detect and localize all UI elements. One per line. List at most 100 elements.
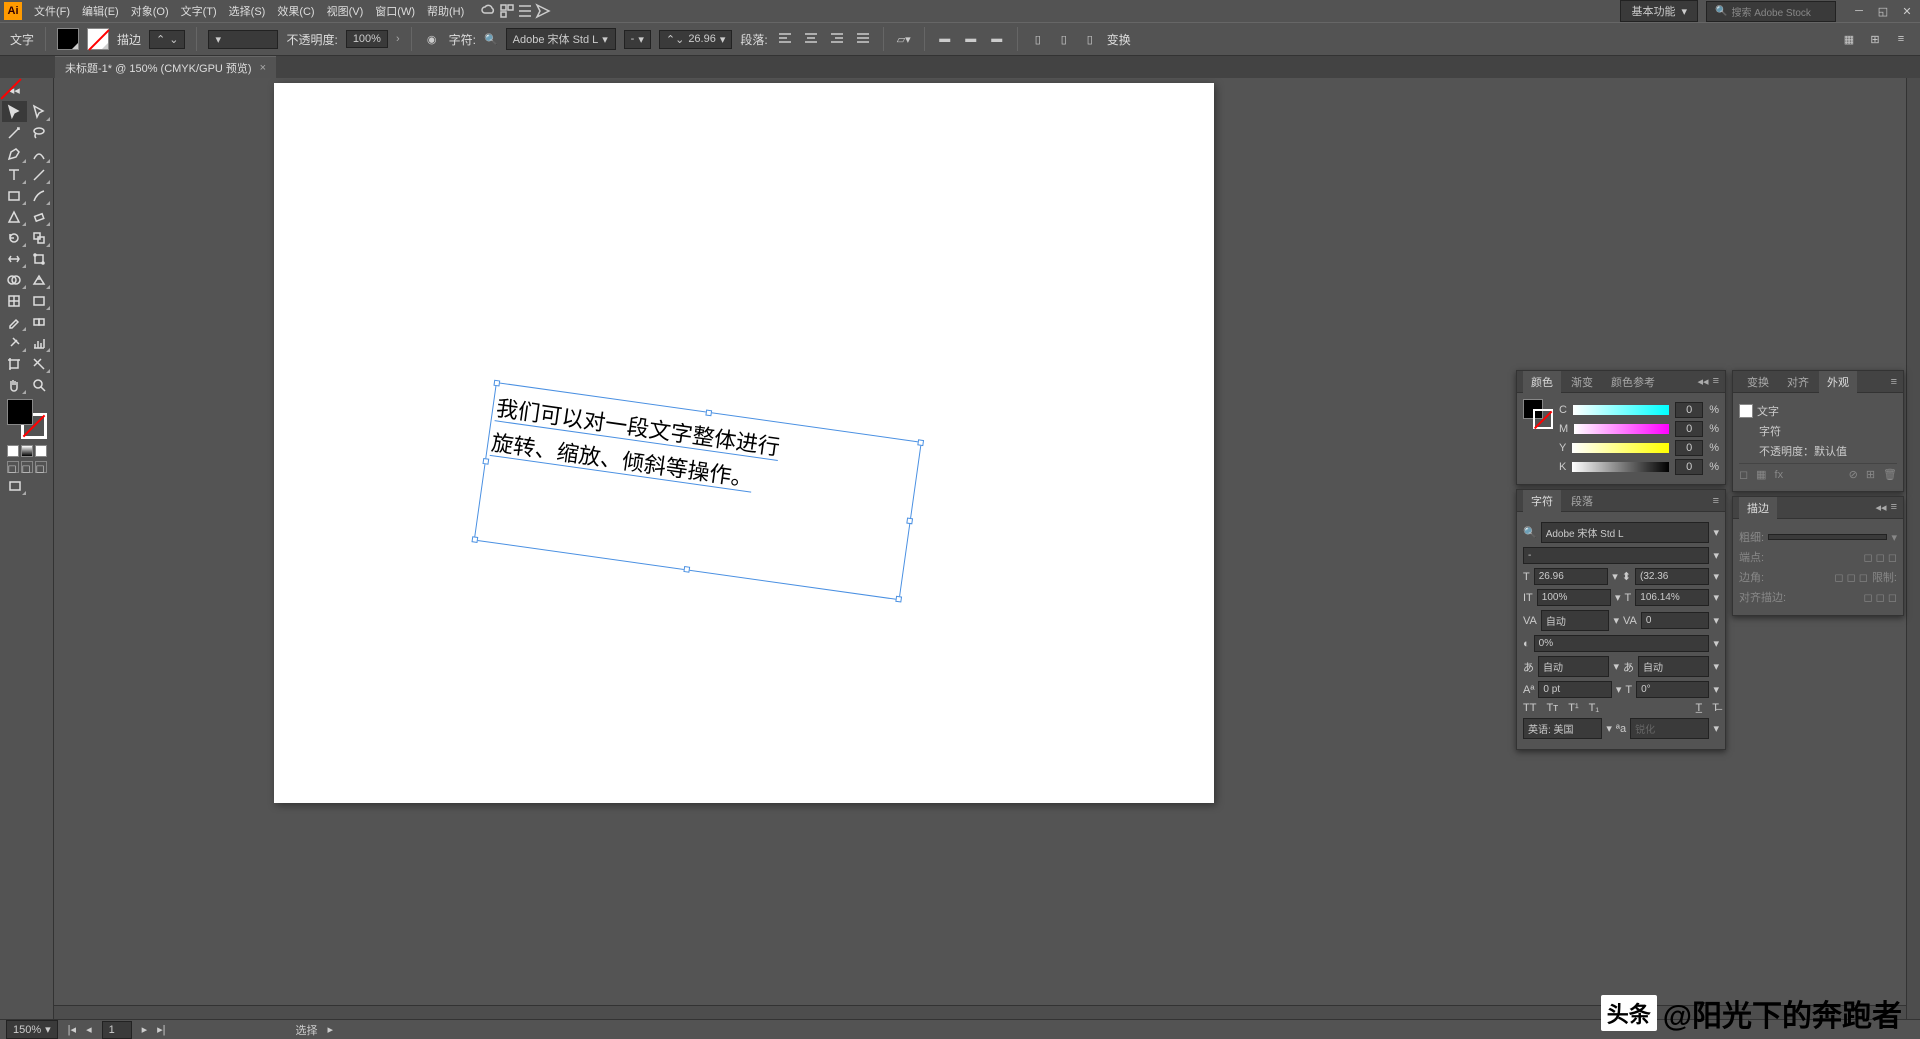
font-style-input[interactable]: - <box>1523 547 1709 564</box>
stroke-weight-input[interactable] <box>1768 534 1887 540</box>
panel-collapse-icon[interactable]: ◂◂ <box>1698 375 1709 388</box>
align-obj2-icon[interactable]: ▬ <box>962 30 980 48</box>
mesh-tool[interactable] <box>2 290 27 311</box>
panel-menu-icon[interactable]: ≡ <box>1713 375 1719 388</box>
shape-builder-tool[interactable] <box>2 269 27 290</box>
black-slider[interactable] <box>1572 462 1669 472</box>
snap-icon[interactable]: ⊞ <box>1866 30 1884 48</box>
menu-help[interactable]: 帮助(H) <box>421 0 470 22</box>
tab-close-icon[interactable]: × <box>260 62 266 74</box>
align-center-icon[interactable] <box>802 30 820 48</box>
shaper-tool[interactable] <box>2 206 27 227</box>
color-tab[interactable]: 颜色 <box>1523 371 1561 393</box>
perspective-tool[interactable] <box>27 269 52 290</box>
menu-view[interactable]: 视图(V) <box>321 0 370 22</box>
menu-object[interactable]: 对象(O) <box>125 0 175 22</box>
nav-next-icon[interactable]: ▸ <box>142 1023 148 1036</box>
paragraph-tab[interactable]: 段落 <box>1563 490 1601 512</box>
align-tab[interactable]: 对齐 <box>1779 371 1817 393</box>
close-button[interactable]: ✕ <box>1898 4 1916 18</box>
stroke-swatch[interactable] <box>87 28 109 50</box>
lasso-tool[interactable] <box>27 122 52 143</box>
width-tool[interactable] <box>2 248 27 269</box>
hand-tool[interactable] <box>2 374 27 395</box>
aki2-input[interactable]: 自动 <box>1638 656 1709 677</box>
superscript-icon[interactable]: T¹ <box>1568 702 1578 714</box>
yellow-value[interactable]: 0 <box>1675 440 1703 456</box>
recolor-icon[interactable]: ◉ <box>423 30 441 48</box>
scale-tool[interactable] <box>27 227 52 248</box>
nav-first-icon[interactable]: |◂ <box>68 1023 76 1036</box>
arrange-icon[interactable] <box>498 2 516 20</box>
tools-icon[interactable] <box>516 2 534 20</box>
zoom-select[interactable]: 150%▾ <box>6 1020 58 1039</box>
status-expand-icon[interactable]: ▸ <box>328 1023 334 1036</box>
minimize-button[interactable]: ─ <box>1850 4 1868 18</box>
align-right-icon[interactable] <box>828 30 846 48</box>
leading-input[interactable]: (32.36 <box>1635 568 1710 585</box>
smallcaps-icon[interactable]: Tᴛ <box>1546 702 1558 714</box>
add-fill-icon[interactable]: ▦ <box>1756 468 1766 481</box>
gradient-tab[interactable]: 渐变 <box>1563 371 1601 393</box>
cyan-slider[interactable] <box>1573 405 1669 415</box>
menu-effect[interactable]: 效果(C) <box>271 0 320 22</box>
strikethrough-icon[interactable]: T̶ <box>1712 702 1719 714</box>
align-obj1-icon[interactable]: ▬ <box>936 30 954 48</box>
color-mode[interactable] <box>7 445 19 457</box>
warp-icon[interactable]: ▱▾ <box>895 30 913 48</box>
panel-collapse-icon[interactable]: ◂◂ <box>1876 501 1887 514</box>
document-tab[interactable]: 未标题-1* @ 150% (CMYK/GPU 预览) × <box>55 56 276 79</box>
allcaps-icon[interactable]: TT <box>1523 702 1536 714</box>
character-tab[interactable]: 字符 <box>1523 490 1561 512</box>
draw-normal[interactable]: ◻ <box>7 461 19 473</box>
menu-select[interactable]: 选择(S) <box>223 0 272 22</box>
maximize-button[interactable]: ◱ <box>1874 4 1892 18</box>
vertical-scrollbar[interactable] <box>1906 78 1920 1019</box>
add-stroke-icon[interactable]: ◻ <box>1739 468 1748 481</box>
dist2-icon[interactable]: ▯ <box>1055 30 1073 48</box>
panel-menu-icon[interactable]: ≡ <box>1891 376 1897 388</box>
direct-selection-tool[interactable] <box>27 101 52 122</box>
menu-edit[interactable]: 编辑(E) <box>76 0 125 22</box>
dist1-icon[interactable]: ▯ <box>1029 30 1047 48</box>
vscale-input[interactable]: 100% <box>1537 589 1611 606</box>
magic-wand-tool[interactable] <box>2 122 27 143</box>
menu-type[interactable]: 文字(T) <box>175 0 223 22</box>
feedback-icon[interactable] <box>534 2 552 20</box>
graph-tool[interactable] <box>27 332 52 353</box>
baseline-input[interactable]: 0 pt <box>1538 681 1611 698</box>
underline-icon[interactable]: T̲ <box>1696 702 1703 714</box>
fill-stroke-control[interactable] <box>7 399 47 439</box>
eyedropper-tool[interactable] <box>2 311 27 332</box>
size-input[interactable]: 26.96 <box>1534 568 1609 585</box>
artboard-tool[interactable] <box>2 353 27 374</box>
screen-mode[interactable] <box>2 475 27 496</box>
align-obj3-icon[interactable]: ▬ <box>988 30 1006 48</box>
kerning-input[interactable]: 自动 <box>1541 610 1610 631</box>
draw-inside[interactable]: ◻ <box>35 461 47 473</box>
type-tool[interactable] <box>2 164 27 185</box>
appearance-swatch[interactable] <box>1739 404 1753 418</box>
yellow-slider[interactable] <box>1572 443 1669 453</box>
nav-last-icon[interactable]: ▸| <box>157 1023 165 1036</box>
search-stock[interactable]: 🔍搜索 Adobe Stock <box>1706 1 1836 22</box>
font-size[interactable]: ⌃⌄26.96▾ <box>659 30 733 49</box>
subscript-icon[interactable]: T₁ <box>1589 702 1599 714</box>
antialiasing-select[interactable]: 锐化 <box>1630 718 1709 739</box>
panel-stroke-swatch[interactable] <box>1533 409 1553 429</box>
font-select[interactable]: Adobe 宋体 Std L▾ <box>506 28 616 50</box>
free-transform-tool[interactable] <box>27 248 52 269</box>
language-select[interactable]: 英语: 美国 <box>1523 718 1602 739</box>
dist3-icon[interactable]: ▯ <box>1081 30 1099 48</box>
fill-swatch[interactable] <box>57 28 79 50</box>
appearance-item[interactable]: 字符 <box>1759 423 1781 439</box>
rotation-input[interactable]: 0° <box>1636 681 1709 698</box>
cloud-icon[interactable] <box>480 2 498 20</box>
pen-tool[interactable] <box>2 143 27 164</box>
panel-menu-icon[interactable]: ≡ <box>1713 495 1719 507</box>
delete-icon[interactable]: 🗑 <box>1883 468 1897 481</box>
add-effect-icon[interactable]: fx <box>1775 469 1784 481</box>
justify-icon[interactable] <box>854 30 872 48</box>
transform-label[interactable]: 变换 <box>1107 31 1131 48</box>
magenta-slider[interactable] <box>1574 424 1669 434</box>
